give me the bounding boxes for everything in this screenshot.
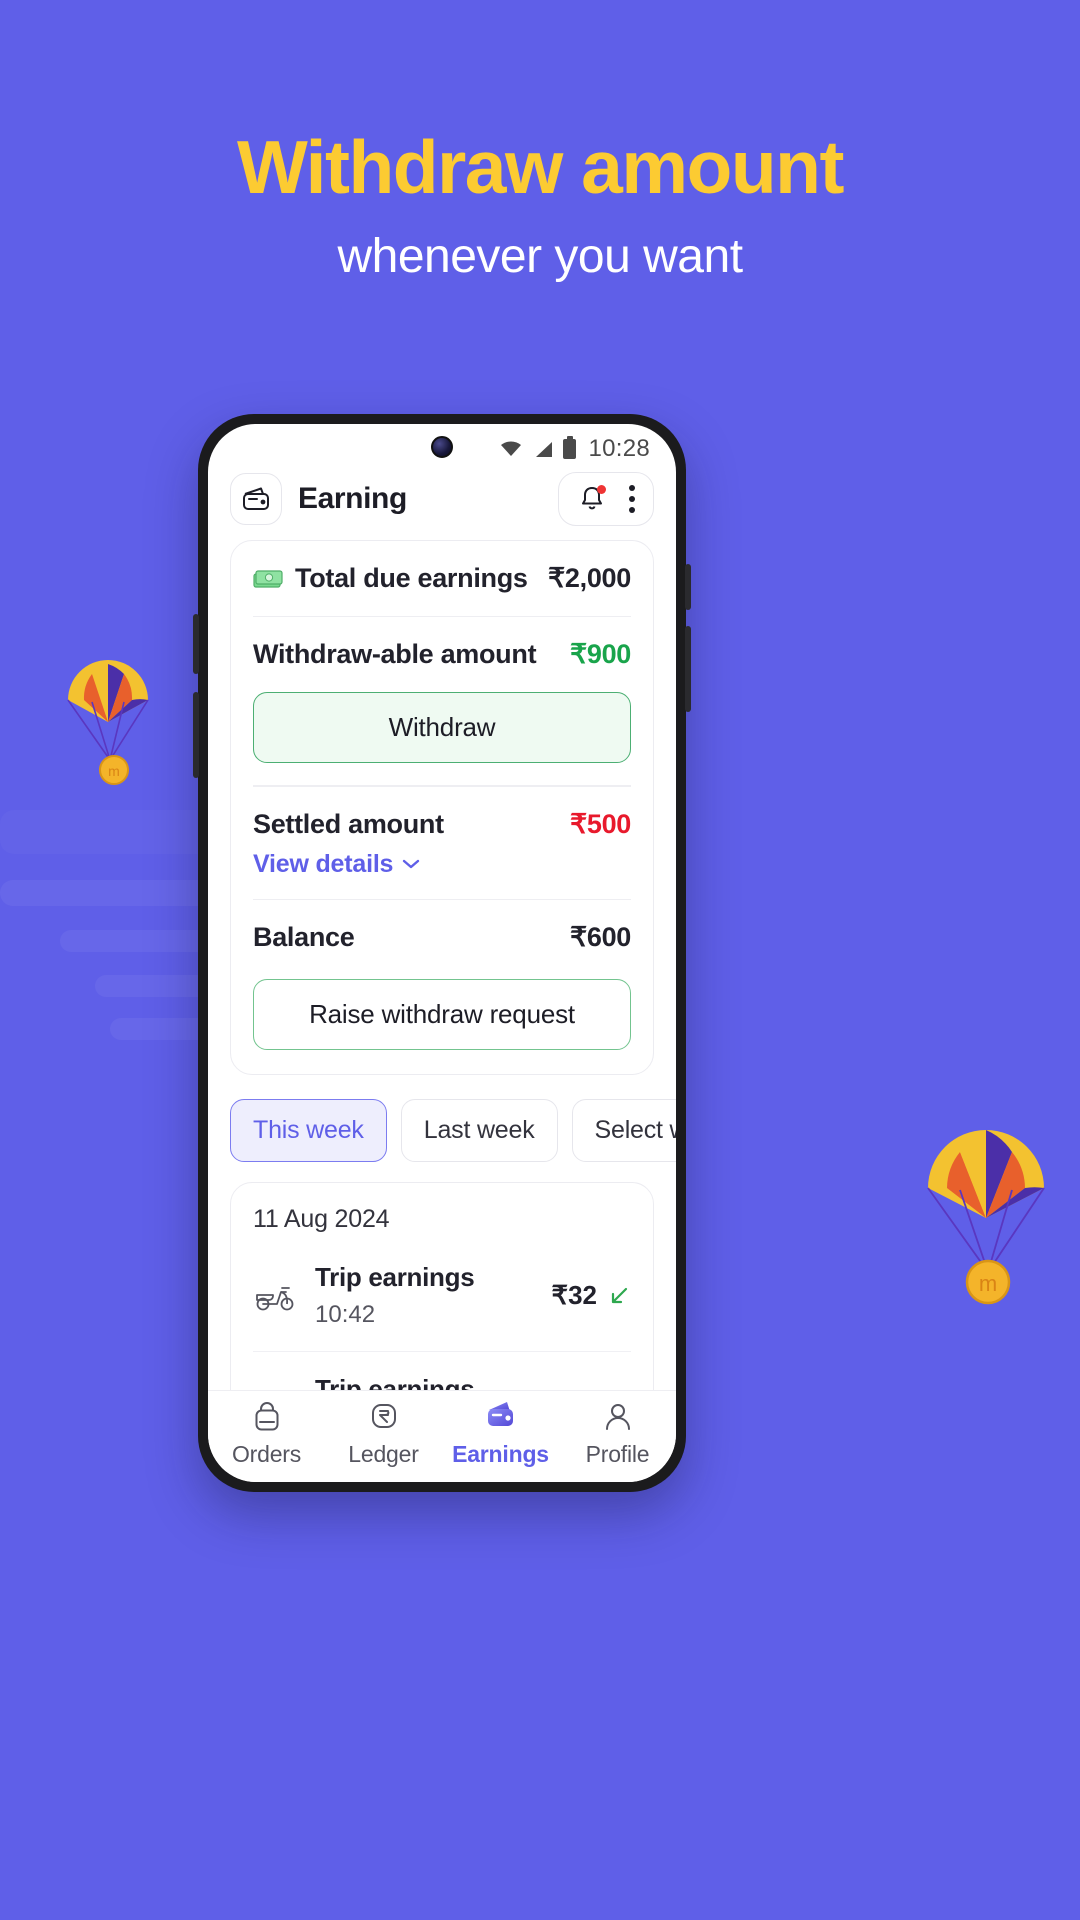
status-bar: 10:28 [208, 424, 676, 468]
tab-this-week-label: This week [253, 1116, 364, 1145]
nav-item-profile-label: Profile [585, 1441, 650, 1467]
status-bar-clock: 10:28 [588, 435, 650, 462]
chevron-down-icon [403, 860, 420, 869]
front-camera-punch-hole [431, 436, 453, 458]
nav-item-ledger-label: Ledger [348, 1441, 419, 1467]
transaction-time: 10:42 [315, 1301, 376, 1329]
svg-text:m: m [979, 1271, 997, 1296]
total-due-row: Total due earnings ₹2,000 [253, 541, 631, 616]
parachute-decoration-left: m [62, 660, 154, 795]
page-title: Earning [298, 482, 407, 515]
promo-subheadline: whenever you want [337, 229, 743, 283]
nav-item-profile[interactable]: Profile [563, 1399, 673, 1468]
wallet-icon [487, 1402, 513, 1426]
nav-item-earnings-label: Earnings [452, 1441, 549, 1467]
transaction-title: Trip earnings [315, 1374, 475, 1390]
total-due-label-group: Total due earnings [253, 563, 528, 594]
background-shape [60, 930, 220, 952]
tab-this-week[interactable]: This week [230, 1099, 387, 1163]
withdrawable-row: Withdraw-able amount ₹900 [253, 617, 631, 692]
week-filter-tabs: This week Last week Select week [230, 1099, 676, 1163]
wallet-icon [243, 487, 269, 510]
wifi-icon [501, 441, 522, 456]
parachute-decoration-right: m [920, 1130, 1052, 1315]
nav-item-ledger[interactable]: Ledger [329, 1399, 439, 1468]
nav-item-earnings[interactable]: Earnings [446, 1399, 556, 1468]
signal-icon [536, 441, 553, 457]
arrow-incoming-icon [611, 1287, 628, 1303]
svg-text:m: m [108, 763, 120, 779]
transaction-amount: ₹32 [551, 1280, 597, 1311]
settled-value: ₹500 [569, 808, 631, 839]
money-banknote-icon [253, 569, 283, 588]
raise-withdraw-request-button[interactable]: Raise withdraw request [253, 979, 631, 1051]
notifications-button[interactable] [577, 483, 607, 515]
withdrawable-label: Withdraw-able amount [253, 639, 537, 670]
bottom-navigation-bar: Orders Ledger Earnings Profile [208, 1390, 676, 1482]
table-row[interactable]: Trip earnings 10:42 ₹32 [253, 1240, 631, 1351]
earnings-summary-card: Total due earnings ₹2,000 Withdraw-able … [230, 540, 654, 1076]
tab-select-week[interactable]: Select week [571, 1099, 676, 1163]
total-due-value: ₹2,000 [548, 563, 631, 593]
balance-value: ₹600 [569, 922, 631, 953]
view-details-label: View details [253, 849, 394, 878]
transaction-text: Trip earnings 10:07 [315, 1374, 475, 1390]
promo-headline: Withdraw amount [237, 125, 844, 209]
bag-icon [255, 1402, 278, 1431]
settled-label: Settled amount [253, 808, 444, 839]
app-header: Earning [208, 468, 676, 540]
kebab-menu-icon [629, 507, 635, 513]
transaction-text: Trip earnings 10:42 [315, 1262, 475, 1329]
screen-content: Total due earnings ₹2,000 Withdraw-able … [208, 540, 676, 1390]
kebab-menu-icon [629, 485, 635, 491]
transactions-card: 11 Aug 2024 Trip earnings 10:42 ₹32 Trip… [230, 1182, 654, 1390]
transaction-date-header: 11 Aug 2024 [253, 1205, 390, 1234]
withdrawable-value: ₹900 [569, 639, 631, 670]
balance-label: Balance [253, 922, 355, 953]
phone-screen: 10:28 Earning Total due earnings ₹2,000 … [208, 424, 676, 1482]
promo-text-block: Withdraw amount whenever you want [0, 128, 1080, 284]
nav-item-orders-label: Orders [231, 1441, 302, 1467]
person-icon [605, 1404, 630, 1430]
tab-select-week-label: Select week [594, 1116, 676, 1145]
phone-mockup: 10:28 Earning Total due earnings ₹2,000 … [193, 414, 691, 1492]
notification-badge [597, 485, 606, 494]
wallet-icon-button[interactable] [230, 473, 282, 525]
rupee-icon [371, 1404, 396, 1428]
nav-item-orders[interactable]: Orders [212, 1399, 322, 1468]
view-details-link[interactable]: View details [253, 850, 631, 879]
scooter-icon [256, 1286, 294, 1311]
transaction-title: Trip earnings [315, 1262, 475, 1293]
phone-side-button [685, 564, 691, 610]
tab-last-week[interactable]: Last week [400, 1099, 558, 1163]
kebab-menu-icon [629, 496, 635, 502]
phone-side-button [193, 692, 199, 778]
balance-row: Balance ₹600 [253, 900, 631, 975]
background-shape [0, 880, 210, 906]
phone-side-button [685, 626, 691, 712]
withdraw-button[interactable]: Withdraw [253, 692, 631, 764]
header-actions [558, 472, 654, 526]
battery-icon [563, 436, 577, 459]
table-row[interactable]: Trip earnings 10:07 ₹29 [253, 1351, 631, 1390]
tab-last-week-label: Last week [423, 1116, 535, 1145]
overflow-menu-button[interactable] [629, 485, 635, 513]
transaction-amount-group: ₹32 [552, 1280, 631, 1311]
total-due-label: Total due earnings [295, 563, 528, 593]
